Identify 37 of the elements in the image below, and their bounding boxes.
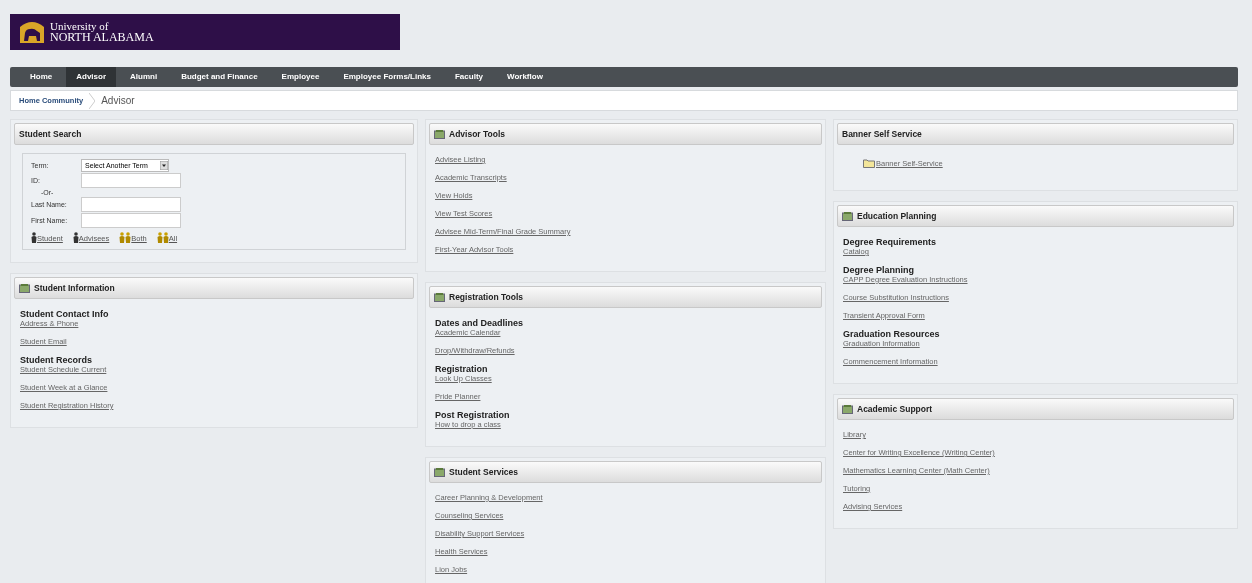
input-field[interactable] — [81, 197, 181, 212]
nav-tab[interactable]: Advisor — [66, 67, 117, 87]
section-heading: Degree Planning — [843, 265, 915, 275]
section-heading: Post Registration — [435, 410, 511, 420]
input-field[interactable] — [81, 213, 181, 228]
panel-title: Academic Support — [857, 404, 933, 414]
panel-title: Registration Tools — [449, 292, 523, 302]
people-icon — [119, 232, 132, 243]
logo-text: NORTH ALABAMA — [50, 32, 154, 43]
nav-tab[interactable]: Employee Forms/Links — [333, 67, 441, 87]
panel-title: Student Services — [449, 467, 518, 477]
breadcrumb-current: Advisor — [101, 95, 135, 106]
nav-tab[interactable]: Budget and Finance — [171, 67, 268, 87]
chevron-icon — [89, 92, 96, 109]
section-heading: Dates and Deadlines — [435, 318, 525, 328]
nav-tab[interactable]: Home — [20, 67, 63, 87]
input-field[interactable] — [81, 173, 181, 188]
people-icon — [156, 232, 169, 243]
panel-title: Banner Self Service — [842, 129, 922, 139]
folder-icon — [863, 159, 875, 168]
section-heading: Student Records — [20, 355, 93, 365]
panel-title: Education Planning — [857, 211, 937, 221]
panel-title: Advisor Tools — [449, 129, 506, 139]
dropdown-arrow-icon — [160, 161, 168, 170]
section-heading: Registration — [435, 364, 489, 374]
person-icon — [31, 232, 37, 243]
panel-title: Student Search — [19, 129, 82, 139]
section-heading: Student Contact Info — [20, 309, 110, 319]
nav-tab[interactable]: Alumni — [120, 67, 168, 87]
person-icon — [72, 232, 79, 243]
nav-tab[interactable]: Workflow — [497, 67, 553, 87]
nav-tab[interactable]: Faculty — [445, 67, 493, 87]
logo-text: University of — [50, 21, 109, 32]
nav-tab[interactable]: Employee — [271, 67, 330, 87]
panel-title: Student Information — [34, 283, 115, 293]
section-heading: Degree Requirements — [843, 237, 938, 247]
section-heading: Graduation Resources — [843, 329, 941, 339]
